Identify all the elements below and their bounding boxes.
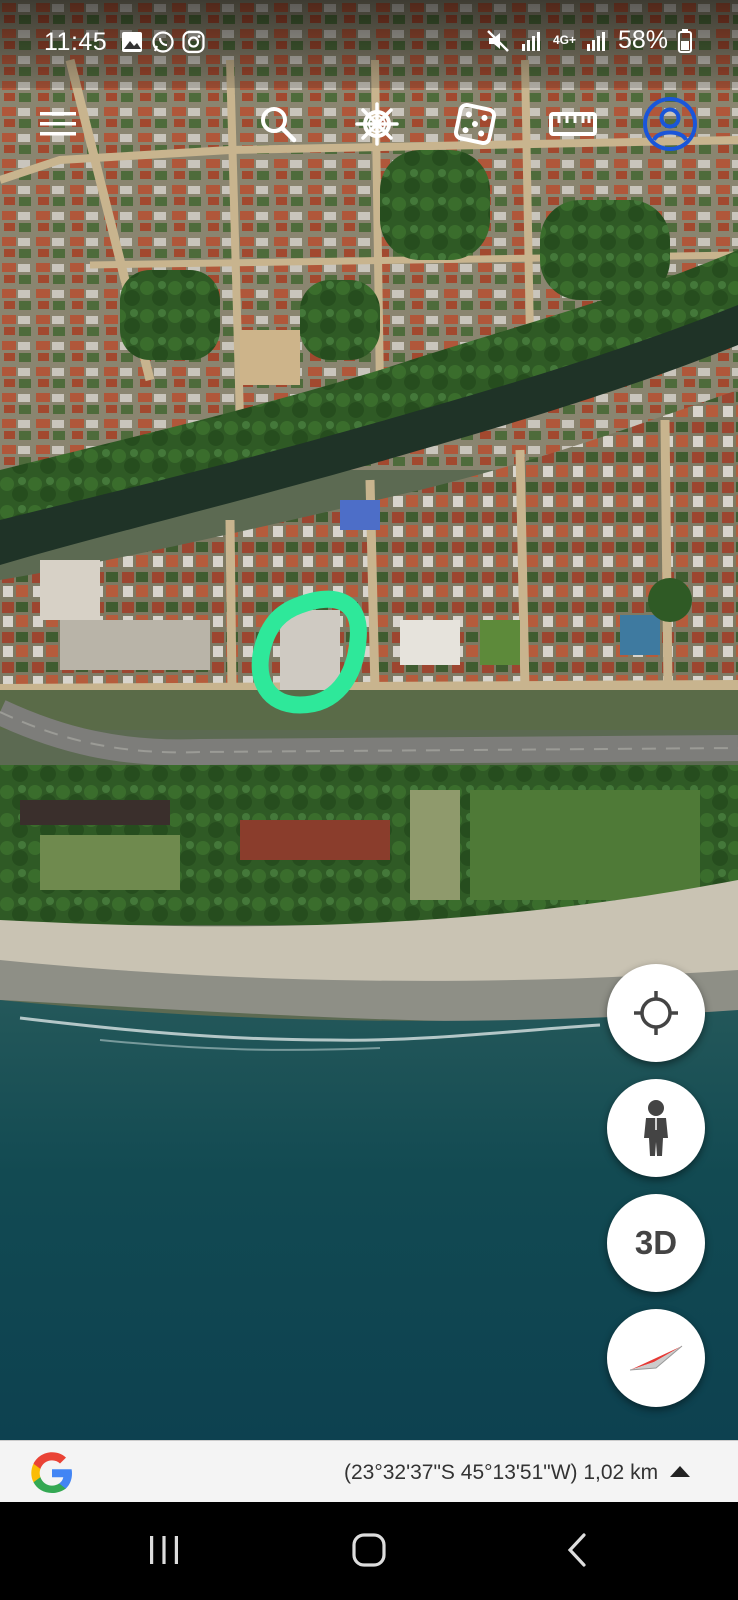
street-view-button[interactable] bbox=[607, 1079, 705, 1177]
compass-icon bbox=[629, 1345, 683, 1371]
search-icon bbox=[261, 107, 297, 143]
network-type: 4G+ bbox=[552, 33, 576, 47]
status-bar: 11:45 4G+ 58% bbox=[0, 0, 738, 88]
instagram-icon bbox=[182, 30, 205, 54]
expand-up-icon[interactable] bbox=[668, 1463, 692, 1479]
dice-icon bbox=[453, 102, 497, 146]
search-button[interactable] bbox=[250, 96, 306, 152]
home-icon bbox=[352, 1533, 386, 1567]
back-icon bbox=[567, 1533, 586, 1567]
whatsapp-icon bbox=[152, 31, 174, 53]
account-button[interactable] bbox=[642, 96, 698, 152]
status-indicators: 4G+ 58% bbox=[485, 26, 692, 55]
menu-icon bbox=[40, 112, 76, 136]
gallery-icon bbox=[122, 32, 142, 52]
home-button[interactable] bbox=[329, 1520, 409, 1580]
3d-toggle-button[interactable]: 3D bbox=[607, 1194, 705, 1292]
mute-icon bbox=[487, 29, 509, 52]
google-logo-icon bbox=[31, 1452, 72, 1493]
navigation-bar bbox=[0, 1502, 738, 1600]
pegman-icon bbox=[644, 1100, 668, 1156]
signal-icon bbox=[521, 31, 540, 51]
menu-button[interactable] bbox=[30, 96, 86, 152]
measure-button[interactable] bbox=[545, 96, 601, 152]
crosshair-icon bbox=[634, 991, 678, 1035]
compass-button[interactable] bbox=[607, 1309, 705, 1407]
feeling-lucky-button[interactable] bbox=[447, 96, 503, 152]
info-bar: (23°32'37"S 45°13'51"W) 1,02 km bbox=[0, 1440, 738, 1502]
back-button[interactable] bbox=[537, 1520, 617, 1580]
my-location-button[interactable] bbox=[607, 964, 705, 1062]
battery-icon bbox=[678, 28, 692, 53]
status-time: 11:45 bbox=[44, 28, 108, 56]
coordinates-scale: (23°32'37"S 45°13'51"W) 1,02 km bbox=[344, 1461, 659, 1484]
ruler-icon bbox=[549, 112, 597, 136]
signal-icon bbox=[586, 31, 605, 51]
recent-apps-button[interactable] bbox=[124, 1520, 204, 1580]
voyager-wheel-icon bbox=[355, 102, 399, 146]
3d-label: 3D bbox=[634, 1224, 678, 1261]
battery-percentage: 58% bbox=[617, 26, 668, 54]
recent-apps-icon bbox=[150, 1536, 178, 1564]
voyager-button[interactable] bbox=[349, 96, 405, 152]
account-icon bbox=[643, 97, 697, 151]
